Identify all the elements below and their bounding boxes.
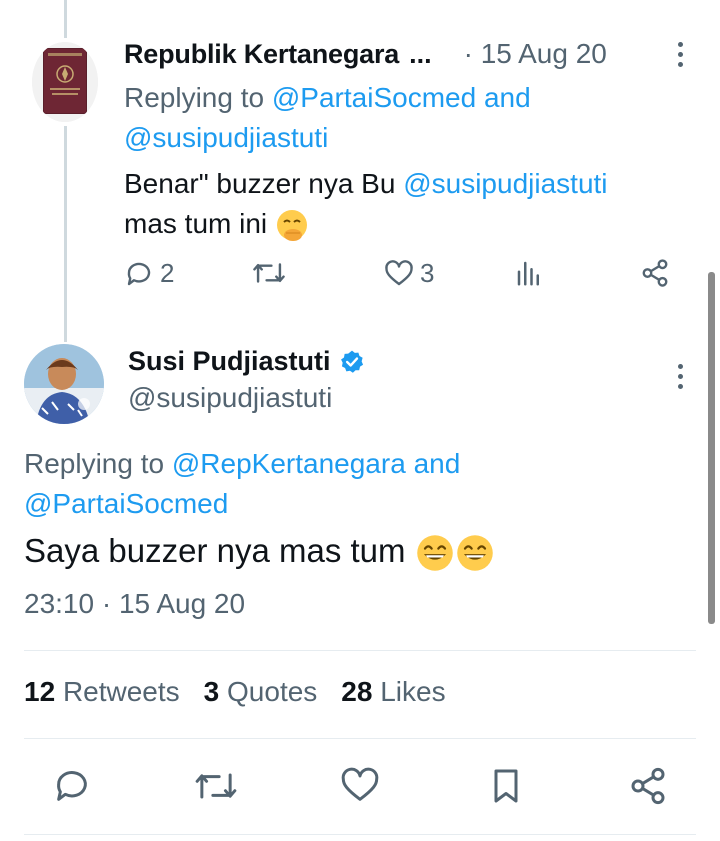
replying-to: Replying to @PartaiSocmed and @susipudji… <box>124 78 684 158</box>
avatar[interactable] <box>32 42 98 122</box>
verified-badge-icon[interactable] <box>339 349 365 375</box>
profile-photo-image <box>24 344 104 424</box>
tweet-text: Benar" buzzer nya Bu @susipudjiastuti ma… <box>124 164 684 244</box>
thread-connector-line <box>64 126 67 342</box>
author-name[interactable]: Susi Pudjiastuti <box>128 346 331 377</box>
retweets-count: 12 <box>24 676 56 707</box>
like-count: 3 <box>420 258 435 288</box>
replying-to: Replying to @RepKertanegara and @PartaiS… <box>24 444 624 524</box>
author-handle[interactable]: @susipudjiastuti <box>128 382 332 414</box>
divider <box>24 834 696 835</box>
retweet-icon <box>253 263 285 283</box>
author-name[interactable]: Republik Kertanegara <box>124 39 399 70</box>
name-truncation: ... <box>409 38 432 69</box>
tweet-text: Saya buzzer nya mas tum <box>24 528 495 574</box>
divider <box>24 650 696 651</box>
passport-avatar-image <box>32 42 98 122</box>
tweet-text-part: mas tum ini <box>124 208 268 239</box>
quotes-label: Quotes <box>227 676 318 707</box>
share-button[interactable] <box>628 766 668 806</box>
bookmark-icon <box>494 769 518 803</box>
tweet-text-part: Saya buzzer nya mas tum <box>24 532 406 569</box>
reply-button[interactable] <box>52 766 92 806</box>
reply-count: 2 <box>160 258 175 288</box>
retweets-label: Retweets <box>62 676 180 707</box>
avatar[interactable] <box>24 344 104 424</box>
engagement-stats: 12 Retweets 3 Quotes 28 Likes <box>24 676 446 708</box>
replying-and: and <box>413 448 461 479</box>
tweet-date[interactable]: · 15 Aug 20 <box>464 38 607 70</box>
likes-label: Likes <box>380 676 446 707</box>
grinning-face-with-smiling-eyes-emoji <box>416 535 453 572</box>
likes-stat[interactable]: 28 Likes <box>341 676 445 708</box>
thread-connector-line <box>64 0 67 38</box>
mention-link[interactable]: @RepKertanegara <box>172 448 406 479</box>
mention-link[interactable]: @susipudjiastuti <box>403 168 607 199</box>
mention-link[interactable]: @PartaiSocmed <box>24 488 228 519</box>
mention-link[interactable]: @susipudjiastuti <box>124 122 328 153</box>
quotes-count: 3 <box>203 676 220 707</box>
replying-prefix: Replying to <box>124 82 265 113</box>
mention-link[interactable]: @PartaiSocmed <box>272 82 476 113</box>
tweet-text-part: Benar" buzzer nya Bu <box>124 168 396 199</box>
reply-icon <box>57 771 87 801</box>
views-button[interactable] <box>514 258 544 288</box>
reply-button[interactable]: 2 <box>124 258 174 289</box>
share-button[interactable] <box>640 258 670 288</box>
replying-prefix: Replying to <box>24 448 165 479</box>
bookmark-button[interactable] <box>486 766 526 806</box>
replying-and: and <box>483 82 531 113</box>
retweet-button[interactable] <box>194 766 238 806</box>
heart-icon <box>385 259 413 285</box>
face-with-hand-over-mouth-emoji <box>276 209 307 241</box>
reply-icon <box>127 262 151 285</box>
share-icon <box>631 767 665 805</box>
grinning-face-with-smiling-eyes-emoji <box>456 535 493 572</box>
heart-icon <box>341 767 379 801</box>
analytics-icon <box>517 261 539 286</box>
likes-count: 28 <box>341 676 373 707</box>
like-button[interactable]: 3 <box>384 258 434 289</box>
share-icon <box>642 259 668 287</box>
retweet-icon <box>195 773 237 799</box>
retweet-button[interactable] <box>252 258 286 288</box>
quotes-stat[interactable]: 3 Quotes <box>204 676 318 708</box>
retweets-stat[interactable]: 12 Retweets <box>24 676 180 708</box>
author-name-row: Susi Pudjiastuti <box>128 346 365 377</box>
tweet-timestamp[interactable]: 23:10 · 15 Aug 20 <box>24 588 245 620</box>
more-options-icon[interactable] <box>676 42 684 67</box>
scrollbar[interactable] <box>708 272 715 624</box>
more-options-icon[interactable] <box>676 364 684 389</box>
divider <box>24 738 696 739</box>
like-button[interactable] <box>340 766 380 806</box>
